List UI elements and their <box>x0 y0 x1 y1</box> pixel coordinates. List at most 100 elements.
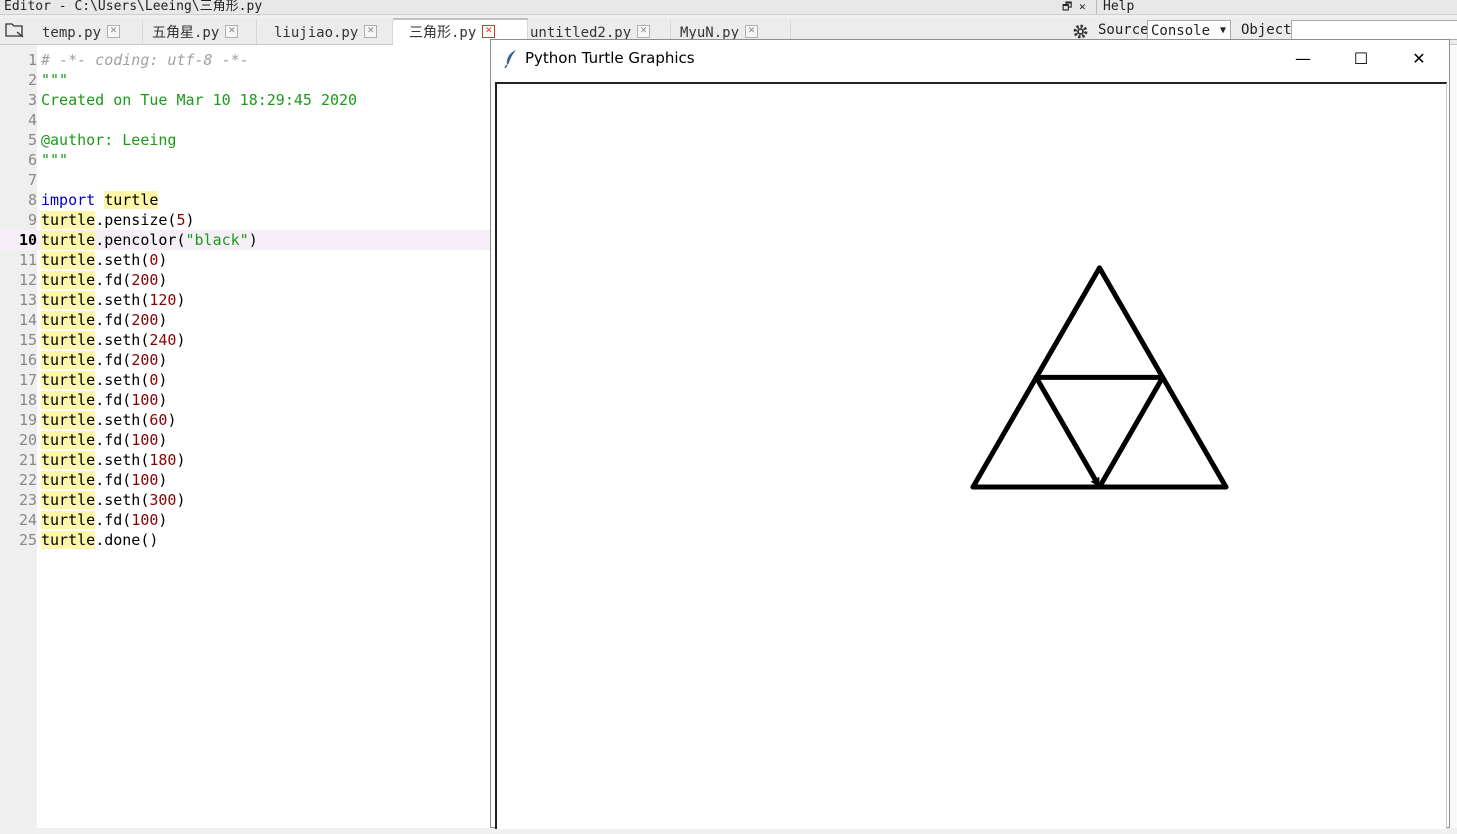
code-line[interactable]: 23 turtle.seth(300) <box>0 490 490 510</box>
line-number: 25 <box>18 531 37 549</box>
source-select[interactable]: Console ▼ <box>1147 20 1231 40</box>
line-number: 16 <box>18 351 37 369</box>
object-input[interactable] <box>1291 20 1457 40</box>
maximize-button[interactable]: ☐ <box>1332 40 1390 78</box>
line-number: 12 <box>18 271 37 289</box>
code-line[interactable]: 6 """ <box>0 150 490 170</box>
code-text: turtle.fd(100) <box>41 391 168 409</box>
turtle-window-title: Python Turtle Graphics <box>525 49 695 67</box>
line-number: 8 <box>27 191 37 209</box>
code-line[interactable]: 19 turtle.seth(60) <box>0 410 490 430</box>
code-text: turtle.fd(200) <box>41 311 168 329</box>
code-line[interactable]: 24 turtle.fd(100) <box>0 510 490 530</box>
help-pane-title[interactable]: Help <box>1103 0 1134 13</box>
object-label: Object <box>1241 22 1292 38</box>
turtle-graphics-window[interactable]: Python Turtle Graphics — ☐ ✕ <box>490 39 1450 829</box>
code-line[interactable]: 18 turtle.fd(100) <box>0 390 490 410</box>
turtle-stroke <box>1097 374 1166 490</box>
minimize-button[interactable]: — <box>1274 40 1332 78</box>
feather-icon <box>503 49 519 74</box>
code-line[interactable]: 22 turtle.fd(100) <box>0 470 490 490</box>
code-line[interactable]: 25 turtle.done() <box>0 530 490 550</box>
close-tab-icon[interactable]: ✕ <box>637 24 651 38</box>
line-number: 20 <box>18 431 37 449</box>
code-text: """ <box>41 71 69 89</box>
line-number: 24 <box>18 511 37 529</box>
pane-window-controls[interactable]: 🗗 ✕ <box>1062 0 1086 13</box>
line-number: 15 <box>18 331 37 349</box>
line-number: 21 <box>18 451 37 469</box>
source-label: Source <box>1098 22 1149 38</box>
turtle-drawing <box>970 265 1229 490</box>
code-line[interactable]: 15 turtle.seth(240) <box>0 330 490 350</box>
line-number: 7 <box>27 171 37 189</box>
code-editor[interactable]: 1 # -*- coding: utf-8 -*- 2 """ 3 Created on … <box>0 45 490 828</box>
turtle-window-titlebar[interactable]: Python Turtle Graphics — ☐ ✕ <box>491 40 1449 78</box>
tab-label: 三角形.py <box>409 25 477 41</box>
line-number: 4 <box>27 111 37 129</box>
help-pane-edge <box>1449 45 1457 828</box>
code-text: turtle.pensize(5) <box>41 211 195 229</box>
code-text: turtle.seth(120) <box>41 291 186 309</box>
code-line[interactable]: 9 turtle.pensize(5) <box>0 210 490 230</box>
editor-path-title: Editor - C:\Users\Leeing\三角形.py <box>4 0 263 14</box>
chevron-down-icon: ▼ <box>1219 25 1226 36</box>
code-text: """ <box>41 151 69 169</box>
tab-temp[interactable]: temp.py ✕ <box>36 20 143 44</box>
code-text: turtle.pencolor("black") <box>41 231 258 249</box>
line-number: 18 <box>18 391 37 409</box>
code-line[interactable]: 5 @author: Leeing <box>0 130 490 150</box>
line-number: 5 <box>27 131 37 149</box>
code-line[interactable]: 2 """ <box>0 70 490 90</box>
code-text: turtle.seth(0) <box>41 371 168 389</box>
code-line[interactable]: 1 # -*- coding: utf-8 -*- <box>0 50 490 70</box>
browse-tabs-icon[interactable] <box>4 21 26 39</box>
tab-label: temp.py <box>42 25 102 41</box>
code-line[interactable]: 17 turtle.seth(0) <box>0 370 490 390</box>
turtle-canvas[interactable] <box>495 82 1447 829</box>
code-line[interactable]: 12 turtle.fd(200) <box>0 270 490 290</box>
code-text: turtle.fd(200) <box>41 271 168 289</box>
code-line[interactable]: 20 turtle.fd(100) <box>0 430 490 450</box>
line-number: 1 <box>27 51 37 69</box>
line-number: 19 <box>18 411 37 429</box>
tab-liujiao[interactable]: liujiao.py ✕ <box>268 20 393 44</box>
code-text: turtle.fd(200) <box>41 351 168 369</box>
close-tab-icon[interactable]: ✕ <box>482 24 496 38</box>
turtle-stroke <box>1033 374 1102 490</box>
line-number: 10 <box>18 231 37 249</box>
code-text: import turtle <box>41 191 159 209</box>
line-number: 14 <box>18 311 37 329</box>
line-number: 2 <box>27 71 37 89</box>
close-button[interactable]: ✕ <box>1390 40 1448 78</box>
code-text: turtle.seth(240) <box>41 331 186 349</box>
close-tab-icon[interactable]: ✕ <box>364 24 378 38</box>
tab-label: 五角星.py <box>152 25 220 41</box>
code-text: turtle.seth(180) <box>41 451 186 469</box>
code-line[interactable]: 11 turtle.seth(0) <box>0 250 490 270</box>
code-text: turtle.fd(100) <box>41 431 168 449</box>
line-number: 11 <box>18 251 37 269</box>
code-text: turtle.fd(100) <box>41 511 168 529</box>
close-tab-icon[interactable]: ✕ <box>225 24 239 38</box>
close-tab-icon[interactable]: ✕ <box>745 24 759 38</box>
code-line[interactable]: 21 turtle.seth(180) <box>0 450 490 470</box>
code-text: Created on Tue Mar 10 18:29:45 2020 <box>41 91 358 109</box>
line-number: 9 <box>27 211 37 229</box>
code-line[interactable]: 16 turtle.fd(200) <box>0 350 490 370</box>
code-text: # -*- coding: utf-8 -*- <box>41 51 249 69</box>
tab-wujiaoxing[interactable]: 五角星.py ✕ <box>146 20 257 44</box>
line-number: 13 <box>18 291 37 309</box>
code-line[interactable]: 3 Created on Tue Mar 10 18:29:45 2020 <box>0 90 490 110</box>
code-line[interactable]: 10 turtle.pencolor("black") <box>0 230 490 250</box>
code-line[interactable]: 7 <box>0 170 490 190</box>
code-text: turtle.done() <box>41 531 159 549</box>
code-line[interactable]: 14 turtle.fd(200) <box>0 310 490 330</box>
code-text: @author: Leeing <box>41 131 177 149</box>
code-line[interactable]: 4 <box>0 110 490 130</box>
close-tab-icon[interactable]: ✕ <box>107 24 121 38</box>
code-line[interactable]: 13 turtle.seth(120) <box>0 290 490 310</box>
code-line[interactable]: 8 import turtle <box>0 190 490 210</box>
tab-label: liujiao.py <box>274 25 359 41</box>
line-number: 3 <box>27 91 37 109</box>
